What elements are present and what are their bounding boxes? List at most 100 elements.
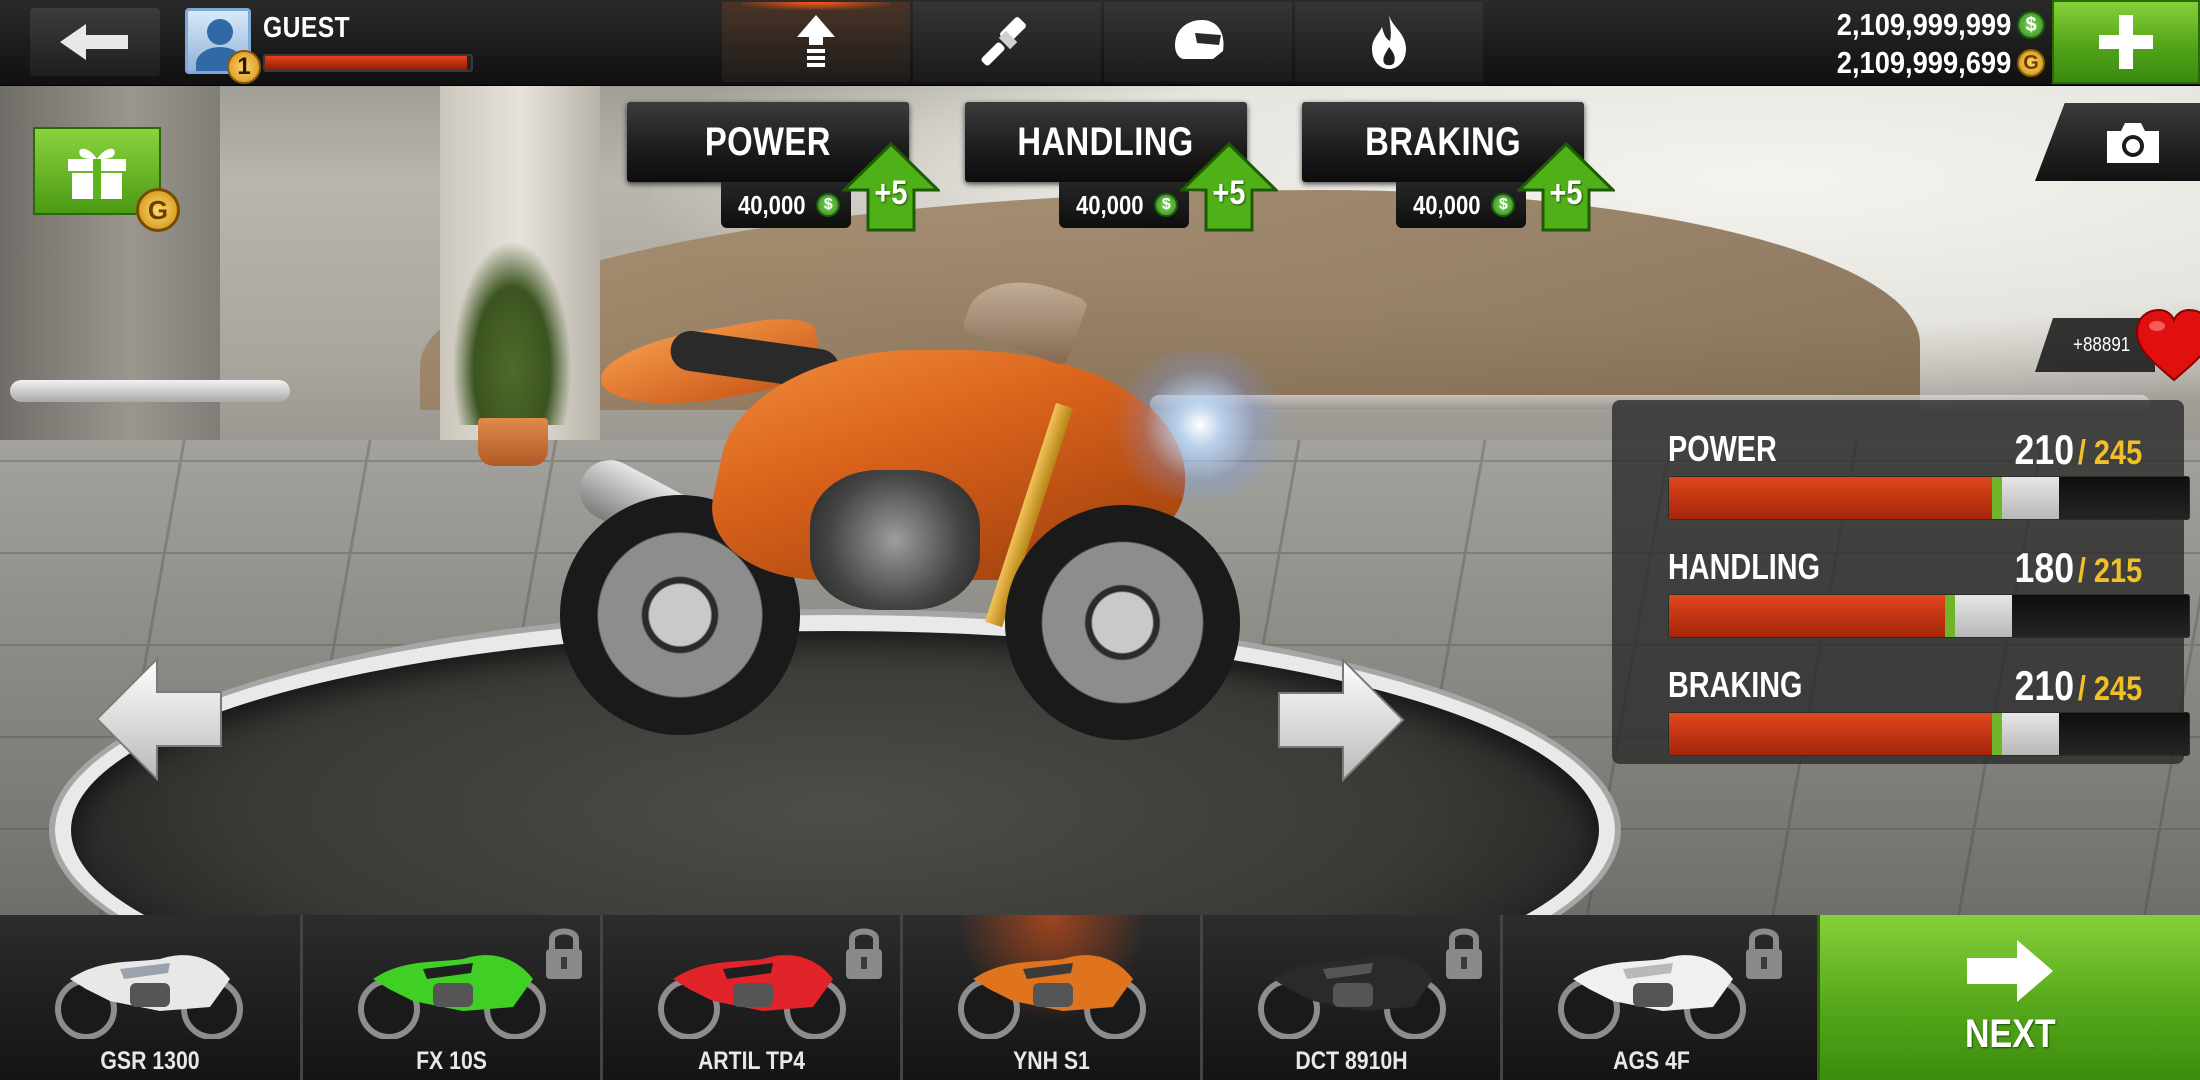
bike-card[interactable]: YNH S1 (900, 915, 1200, 1080)
showcase-motorcycle[interactable] (540, 263, 1300, 750)
tab-upgrade[interactable] (722, 2, 910, 82)
arrow-right-icon (1967, 940, 2053, 1002)
likes-count: +88891 (2073, 333, 2131, 356)
top-bar: 1 GUEST 2,109,999,999 $ 2,109,999,699 G (0, 0, 2200, 86)
lock-icon (846, 928, 882, 979)
stat-bar (1668, 712, 2190, 756)
stat-name: BRAKING (1668, 664, 1803, 705)
previous-bike-button[interactable] (95, 654, 225, 784)
upgrade-label: POWER (705, 119, 831, 164)
bike-thumbnail (658, 955, 846, 1039)
bike-thumbnail (1558, 955, 1746, 1039)
cash-amount: 2,109,999,999 (1836, 7, 2011, 42)
stat-max: / 215 (2077, 552, 2142, 590)
stat-braking: BRAKING 210 / 245 (1640, 650, 2190, 768)
bike-card[interactable]: ARTIL TP4 (600, 915, 900, 1080)
upgrade-price: 40,000 $ (721, 182, 851, 228)
plant-pot (478, 418, 548, 466)
player-name: GUEST (263, 12, 351, 44)
xp-progress-bar (263, 54, 473, 72)
arrow-right-icon (1278, 657, 1405, 783)
guard-rail (10, 380, 290, 402)
upgrade-bonus: +5 (1549, 174, 1583, 212)
bike-card[interactable]: AGS 4F (1500, 915, 1800, 1080)
arrow-left-icon (95, 656, 222, 782)
stat-max: / 245 (2077, 670, 2142, 708)
gift-gold-badge: G (136, 188, 180, 232)
buy-currency-button[interactable] (2052, 0, 2200, 84)
upgrade-price-value: 40,000 (1075, 189, 1144, 220)
bike-name: YNH S1 (1013, 1047, 1090, 1075)
likes-counter[interactable]: +88891 (2035, 308, 2200, 382)
helmet-icon (1175, 20, 1224, 59)
cash-coin-icon: $ (1154, 193, 1179, 217)
lock-icon (546, 928, 582, 979)
bike-name: FX 10S (416, 1047, 487, 1075)
bike-card[interactable]: FX 10S (300, 915, 600, 1080)
gold-balance: 2,109,999,699 G (1785, 44, 2045, 82)
lock-icon (1746, 928, 1782, 979)
bike-thumbnail (55, 955, 243, 1039)
stat-values: 210 / 245 (2014, 662, 2142, 710)
upgrade-label: HANDLING (1017, 119, 1195, 164)
stat-max: / 245 (2077, 434, 2142, 472)
bike-name: AGS 4F (1613, 1047, 1690, 1075)
cash-coin-icon: $ (2017, 11, 2045, 39)
bike-engine (810, 470, 980, 610)
upgrade-bonus: +5 (1212, 174, 1246, 212)
stat-current: 180 (2014, 544, 2074, 591)
back-arrow-icon (60, 24, 128, 60)
currency-display: 2,109,999,999 $ 2,109,999,699 G (1785, 6, 2045, 82)
stat-current: 210 (2014, 426, 2074, 473)
upgrade-price: 40,000 $ (1059, 182, 1189, 228)
tab-paint[interactable] (913, 2, 1101, 82)
next-button[interactable]: NEXT (1817, 915, 2200, 1080)
stat-values: 180 / 215 (2014, 544, 2142, 592)
upgrade-price-value: 40,000 (737, 189, 806, 220)
stat-values: 210 / 245 (2014, 426, 2142, 474)
tab-helmet[interactable] (1104, 2, 1292, 82)
stat-name: HANDLING (1668, 546, 1820, 587)
camera-icon (2106, 123, 2159, 163)
bike-stats-panel: POWER 210 / 245 HANDLING 180 / 215 BRAKI… (1612, 400, 2190, 764)
cash-coin-icon: $ (816, 193, 841, 217)
stat-name: POWER (1668, 428, 1777, 469)
stat-power: POWER 210 / 245 (1640, 414, 2190, 532)
upgrade-label: BRAKING (1365, 119, 1521, 164)
headlight-glow (1100, 350, 1300, 500)
upgrade-arrow-icon: +5 (840, 141, 942, 232)
paint-brush-icon (981, 17, 1026, 66)
heart-icon (2135, 308, 2200, 382)
bike-name: GSR 1300 (100, 1047, 200, 1075)
stat-handling: HANDLING 180 / 215 (1640, 532, 2190, 650)
bike-selector: GSR 1300 FX 10S ARTIL TP4 YNH S1 DCT 8910H AG… (0, 915, 1817, 1080)
level-badge: 1 (227, 50, 261, 84)
bike-thumbnail (358, 955, 546, 1039)
bike-card[interactable]: DCT 8910H (1200, 915, 1500, 1080)
upgrade-arrow-icon: +5 (1178, 141, 1280, 232)
upgrade-bonus: +5 (874, 174, 908, 212)
upgrade-arrow-icon (797, 15, 835, 67)
upgrade-handling-button[interactable]: HANDLING 40,000 $ +5 (965, 102, 1280, 232)
upgrade-price: 40,000 $ (1396, 182, 1526, 228)
stat-current: 210 (2014, 662, 2074, 709)
bike-card[interactable]: GSR 1300 (0, 915, 300, 1080)
upgrade-arrow-icon: +5 (1515, 141, 1617, 232)
flame-icon (1372, 15, 1406, 69)
upgrade-power-button[interactable]: POWER 40,000 $ +5 (627, 102, 942, 232)
upgrade-price-value: 40,000 (1412, 189, 1481, 220)
lock-icon (1446, 928, 1482, 979)
cash-coin-icon: $ (1491, 193, 1516, 217)
gold-amount: 2,109,999,699 (1836, 45, 2011, 80)
plus-icon (2099, 15, 2153, 69)
xp-progress-fill (265, 56, 467, 70)
bike-thumbnail (958, 955, 1146, 1039)
next-bike-arrow-button[interactable] (1275, 655, 1405, 785)
next-button-label: NEXT (1964, 1012, 2056, 1056)
upgrade-braking-button[interactable]: BRAKING 40,000 $ +5 (1302, 102, 1617, 232)
tab-nitro[interactable] (1295, 2, 1483, 82)
stat-bar-fill (1669, 595, 1955, 637)
back-button[interactable] (30, 8, 160, 76)
bike-name: DCT 8910H (1295, 1047, 1408, 1075)
stat-bar (1668, 594, 2190, 638)
